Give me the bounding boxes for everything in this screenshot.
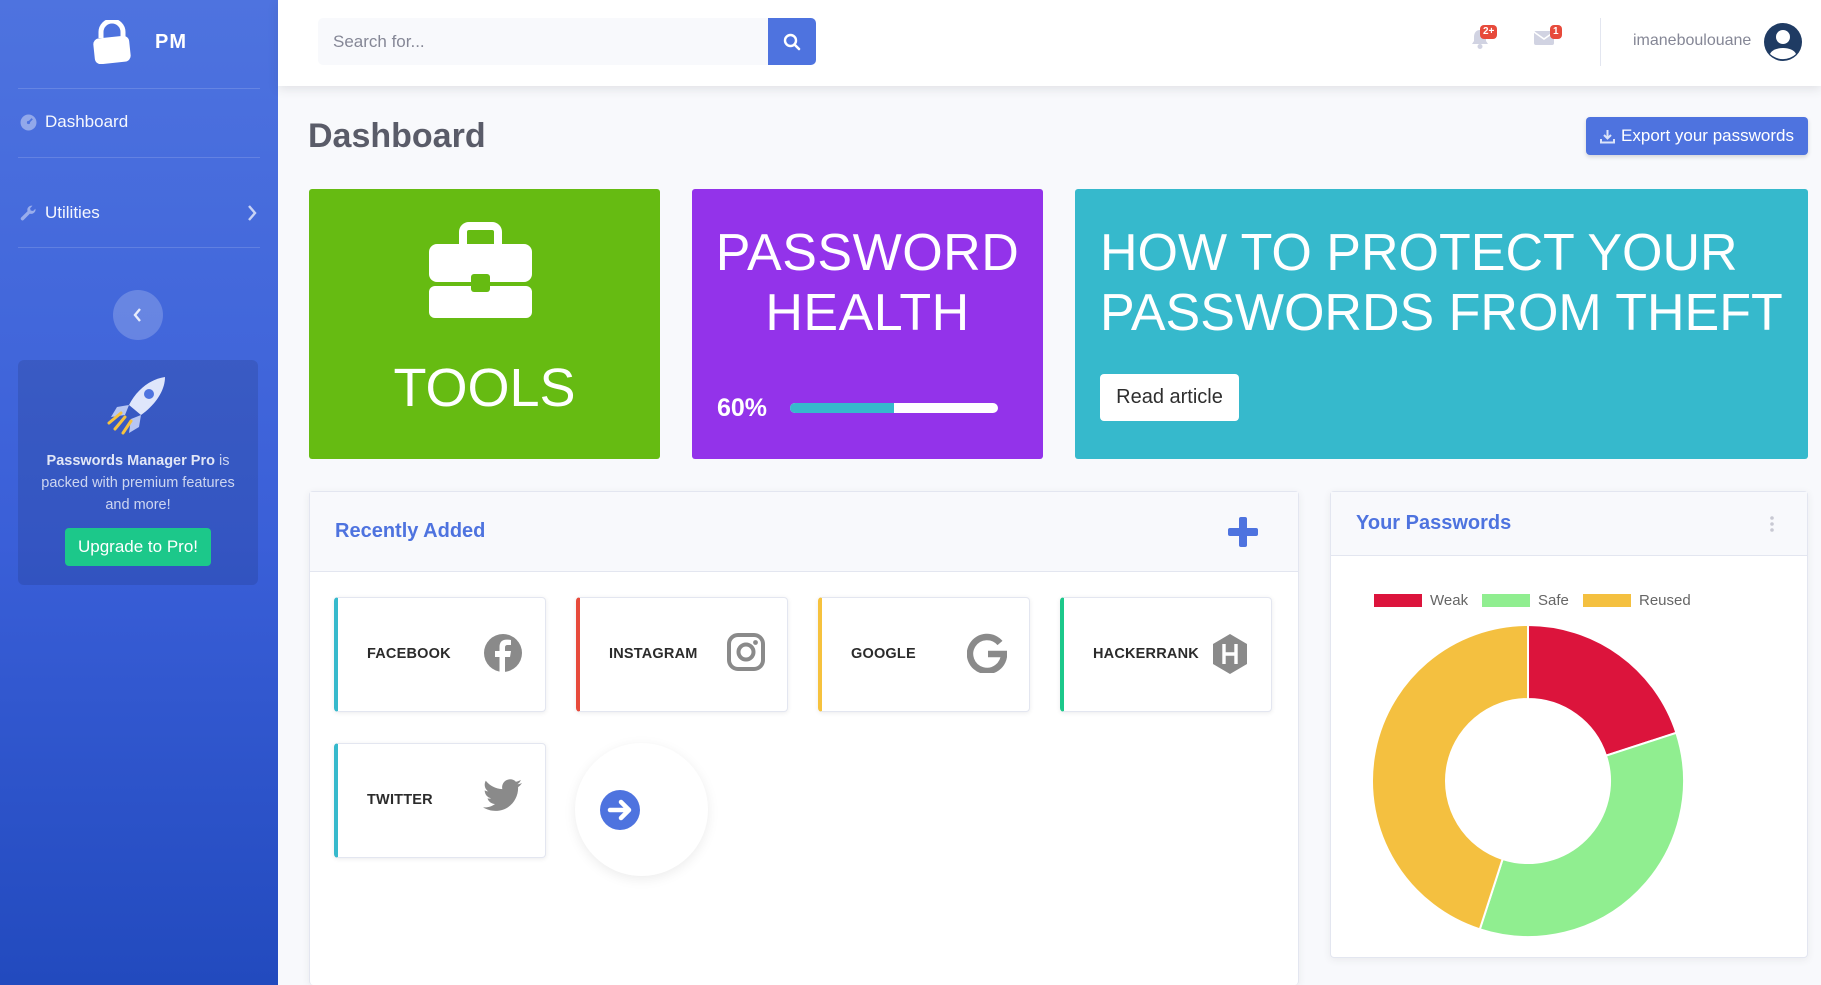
instagram-icon bbox=[727, 633, 765, 671]
item-label: HACKERRANK bbox=[1093, 646, 1199, 662]
user-name[interactable]: imaneboulouane bbox=[1633, 32, 1751, 50]
item-label: GOOGLE bbox=[851, 646, 916, 662]
recently-added-header: Recently Added bbox=[310, 492, 1298, 572]
search-button[interactable] bbox=[768, 18, 816, 65]
export-button-label: Export your passwords bbox=[1621, 126, 1794, 145]
tools-card[interactable]: TOOLS bbox=[309, 189, 660, 459]
password-health-card[interactable]: PASSWORD HEALTH 60% bbox=[692, 189, 1043, 459]
read-article-button[interactable]: Read article bbox=[1100, 374, 1239, 421]
recent-item-twitter[interactable]: TWITTER bbox=[334, 743, 546, 858]
rocket-icon bbox=[107, 377, 165, 435]
export-passwords-button[interactable]: Export your passwords bbox=[1586, 117, 1808, 155]
sidebar-item-label: Dashboard bbox=[45, 112, 129, 131]
item-label: TWITTER bbox=[367, 792, 433, 808]
your-passwords-title: Your Passwords bbox=[1356, 512, 1512, 534]
legend-item-weak: Weak bbox=[1374, 592, 1468, 609]
recent-item-google[interactable]: GOOGLE bbox=[818, 597, 1030, 712]
recent-item-facebook[interactable]: FACEBOOK bbox=[334, 597, 546, 712]
sidebar-divider bbox=[18, 88, 260, 89]
topbar-divider bbox=[1600, 18, 1601, 66]
recently-added-title: Recently Added bbox=[335, 520, 486, 542]
your-passwords-panel: Your Passwords Weak Safe Reused bbox=[1330, 491, 1808, 958]
your-passwords-header: Your Passwords bbox=[1331, 492, 1807, 556]
brand-name: PM bbox=[155, 30, 187, 53]
alerts-button[interactable]: 2+ bbox=[1470, 25, 1498, 55]
alerts-badge: 2+ bbox=[1480, 25, 1498, 39]
toolbox-icon bbox=[429, 222, 532, 318]
promo-text: Passwords Manager Pro is packed with pre… bbox=[28, 450, 248, 516]
item-label: FACEBOOK bbox=[367, 646, 451, 662]
sidebar-divider bbox=[18, 157, 260, 158]
article-card: HOW TO PROTECT YOUR PASSWORDS FROM THEFT… bbox=[1075, 189, 1808, 459]
avatar[interactable] bbox=[1763, 22, 1803, 62]
upgrade-button[interactable]: Upgrade to Pro! bbox=[65, 528, 211, 566]
password-health-title: PASSWORD HEALTH bbox=[692, 223, 1043, 343]
health-percent: 60% bbox=[717, 394, 768, 422]
sidebar-item-utilities[interactable]: Utilities bbox=[20, 193, 260, 233]
messages-button[interactable]: 1 bbox=[1533, 25, 1562, 51]
legend-swatch bbox=[1482, 594, 1530, 607]
legend-swatch bbox=[1583, 594, 1631, 607]
article-title-line1: HOW TO PROTECT YOUR bbox=[1100, 224, 1738, 282]
download-icon bbox=[1600, 129, 1616, 143]
more-vertical-icon[interactable] bbox=[1769, 515, 1775, 533]
sidebar: PM Dashboard Utilities Passwords Manager… bbox=[0, 0, 278, 985]
chevron-right-icon bbox=[248, 205, 257, 221]
article-title: HOW TO PROTECT YOUR PASSWORDS FROM THEFT bbox=[1100, 223, 1790, 343]
search-icon bbox=[783, 33, 801, 50]
recently-added-panel: Recently Added bbox=[309, 491, 1299, 985]
promo-product-name: Passwords Manager Pro bbox=[46, 453, 215, 469]
hackerrank-icon bbox=[1213, 634, 1247, 674]
legend-item-reused: Reused bbox=[1583, 592, 1691, 609]
tachometer-icon bbox=[20, 114, 37, 130]
google-icon bbox=[967, 633, 1007, 673]
add-icon[interactable] bbox=[1226, 515, 1260, 549]
passwords-donut-chart bbox=[1371, 623, 1685, 938]
sidebar-divider bbox=[18, 247, 260, 248]
page-title: Dashboard bbox=[308, 117, 486, 155]
recent-item-hackerrank[interactable]: HACKERRANK bbox=[1060, 597, 1272, 712]
item-label: INSTAGRAM bbox=[609, 646, 698, 662]
health-progress-bar bbox=[790, 403, 998, 413]
messages-badge: 1 bbox=[1550, 25, 1562, 39]
sidebar-item-dashboard[interactable]: Dashboard bbox=[20, 102, 260, 142]
topbar: 2+ 1 imaneboulouane bbox=[278, 0, 1821, 86]
health-title-line2: HEALTH bbox=[765, 284, 970, 342]
legend-label: Weak bbox=[1430, 592, 1469, 609]
chevron-left-icon bbox=[133, 308, 141, 322]
brand[interactable]: PM bbox=[0, 0, 278, 84]
health-title-line1: PASSWORD bbox=[715, 224, 1020, 282]
donut-slice-safe bbox=[1478, 731, 1685, 938]
wrench-icon bbox=[20, 205, 36, 220]
lock-icon bbox=[93, 20, 131, 64]
promo-card: Passwords Manager Pro is packed with pre… bbox=[18, 360, 258, 585]
legend-label: Safe bbox=[1538, 592, 1569, 609]
recent-item-instagram[interactable]: INSTAGRAM bbox=[576, 597, 788, 712]
legend-label: Reused bbox=[1639, 592, 1691, 609]
sidebar-toggle-button[interactable] bbox=[113, 290, 163, 340]
donut-slice-weak bbox=[1527, 623, 1678, 757]
article-title-line2: PASSWORDS FROM THEFT bbox=[1100, 284, 1783, 342]
arrow-right-circle-icon bbox=[600, 790, 640, 830]
sidebar-item-label: Utilities bbox=[45, 203, 100, 222]
health-progress-fill bbox=[790, 403, 894, 413]
search-input[interactable] bbox=[318, 18, 768, 65]
legend-item-safe: Safe bbox=[1482, 592, 1569, 609]
facebook-icon bbox=[484, 634, 522, 672]
view-all-button[interactable] bbox=[575, 743, 708, 876]
tools-label: TOOLS bbox=[393, 358, 576, 418]
twitter-icon bbox=[483, 779, 522, 811]
legend-swatch bbox=[1374, 594, 1422, 607]
